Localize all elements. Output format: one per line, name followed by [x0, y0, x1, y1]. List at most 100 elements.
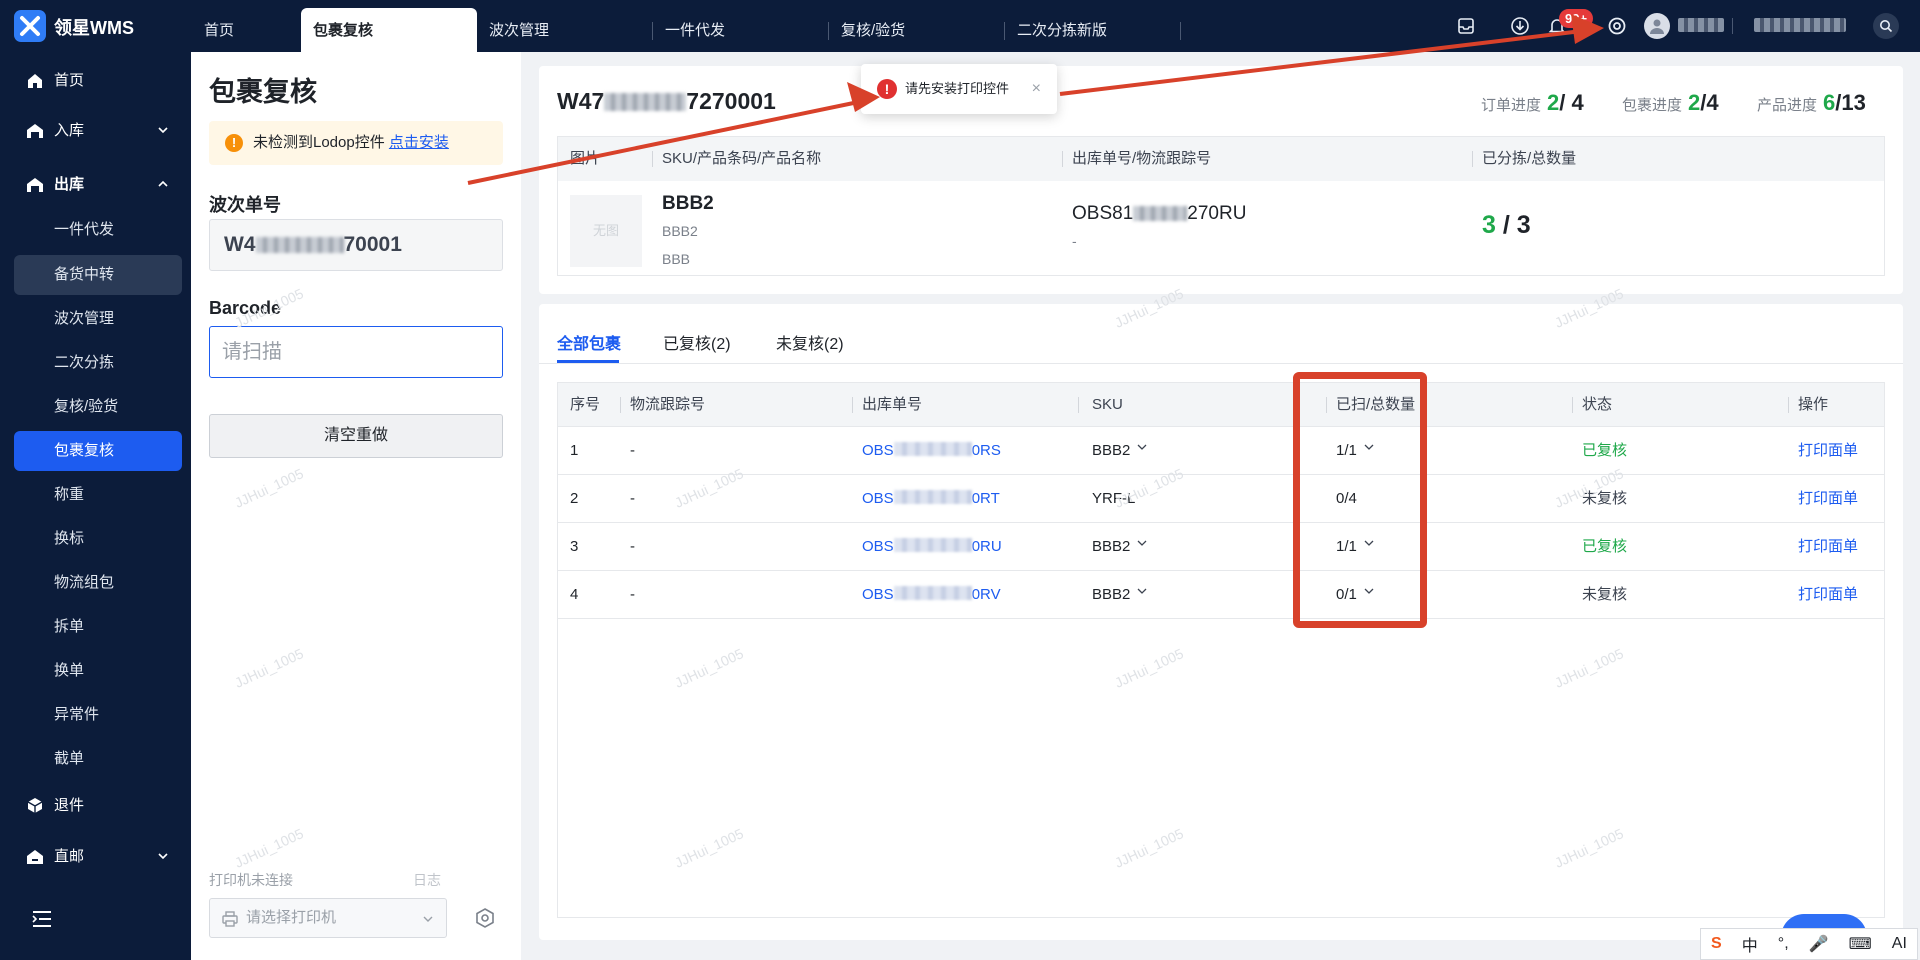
sku-dropdown[interactable]: BBB2	[1092, 427, 1148, 475]
column-header: 序号	[570, 396, 601, 413]
install-link[interactable]: 点击安装	[389, 134, 449, 151]
order-prefix: OBS	[862, 490, 894, 507]
top-tab-review-inspection[interactable]: 复核/验货	[829, 8, 1005, 52]
product-image-placeholder: 无图	[570, 195, 642, 267]
tab-unreviewed[interactable]: 未复核(2)	[776, 330, 844, 354]
sidebar-item-inbound[interactable]: 入库	[14, 112, 182, 150]
column-separator	[852, 397, 853, 413]
keyboard-icon[interactable]: ⌨	[1849, 934, 1872, 954]
wave-number-prefix: W47	[557, 88, 605, 114]
column-header: 出库单号/物流跟踪号	[1072, 150, 1212, 167]
column-separator	[1326, 397, 1327, 413]
printer-settings-icon[interactable]	[474, 907, 496, 929]
sku-dropdown[interactable]: BBB2	[1092, 523, 1148, 571]
package-table: 序号 物流跟踪号 出库单号 SKU 已扫/总数量 状态 操作 1 - OBS 0R…	[557, 382, 1885, 918]
ai-icon[interactable]: AI	[1892, 935, 1907, 953]
error-toast: ! 请先安装打印控件 ×	[861, 64, 1057, 114]
wave-summary-card: W47 7270001 订单进度 2/ 4 包裹进度 2/4 产品进度 6/13 图片 …	[539, 66, 1903, 294]
inbound-icon	[26, 122, 44, 140]
sidebar-item-home[interactable]: 首页	[14, 62, 182, 100]
column-header: 图片	[570, 150, 601, 167]
status-reviewed: 已复核	[1582, 538, 1628, 555]
scanned-qty-dropdown[interactable]: 1/1	[1336, 523, 1375, 571]
sidebar-item-direct-mail[interactable]: 直邮	[14, 838, 182, 876]
ime-punctuation[interactable]: °,	[1778, 935, 1789, 953]
sorted-count: 3 / 3	[1482, 211, 1531, 240]
error-icon: !	[877, 79, 897, 99]
sidebar-sub-wave-management[interactable]: 波次管理	[14, 299, 182, 339]
print-label-link[interactable]: 打印面单	[1798, 475, 1858, 523]
ime-mode[interactable]: 中	[1742, 932, 1758, 956]
column-separator	[1572, 397, 1573, 413]
download-icon[interactable]	[1508, 14, 1532, 38]
organization-name[interactable]	[1754, 18, 1846, 32]
outbound-order-link[interactable]: OBS 0RV	[862, 571, 1001, 619]
sidebar-item-label: 退件	[54, 797, 85, 814]
sidebar-sub-exceptions[interactable]: 异常件	[14, 695, 182, 735]
outbound-order-link[interactable]: OBS 0RT	[862, 475, 1000, 523]
top-tab-wave-management[interactable]: 波次管理	[477, 8, 653, 52]
avatar[interactable]	[1644, 13, 1670, 39]
log-link[interactable]: 日志	[413, 870, 441, 890]
sidebar-sub-review-inspection[interactable]: 复核/验货	[14, 387, 182, 427]
sidebar-sub-secondary-sorting[interactable]: 二次分拣	[14, 343, 182, 383]
scanned-qty-dropdown[interactable]: 0/1	[1336, 571, 1375, 619]
column-separator	[620, 397, 621, 413]
sidebar-item-returns[interactable]: 退件	[14, 787, 182, 825]
outbound-order-link[interactable]: OBS 0RU	[862, 523, 1002, 571]
collapse-menu-icon[interactable]	[32, 910, 52, 928]
print-label-link[interactable]: 打印面单	[1798, 523, 1858, 571]
scanned-qty: 1/1	[1336, 538, 1357, 555]
sidebar-item-outbound[interactable]: 出库	[14, 166, 182, 204]
tab-reviewed[interactable]: 已复核(2)	[663, 330, 731, 354]
redacted-text	[893, 490, 972, 504]
order-suffix: 0RV	[971, 586, 1001, 603]
sku-value: YRF-L	[1092, 490, 1136, 507]
tab-all-packages[interactable]: 全部包裹	[557, 330, 621, 354]
sidebar-sub-stock-transfer[interactable]: 备货中转	[14, 255, 182, 295]
sidebar-sub-split-order[interactable]: 拆单	[14, 607, 182, 647]
printer-select-placeholder: 请选择打印机	[246, 909, 337, 926]
sidebar-sub-change-order[interactable]: 换单	[14, 651, 182, 691]
package-progress-total: /4	[1700, 90, 1719, 115]
close-icon[interactable]: ×	[1032, 64, 1041, 114]
package-list-card: 全部包裹 已复核(2) 未复核(2) 序号 物流跟踪号 出库单号 SKU 已扫/…	[539, 304, 1903, 940]
redacted-text	[893, 586, 972, 600]
outbound-order-number: OBS81 270RU	[1072, 203, 1246, 225]
tracking-number: -	[630, 586, 635, 603]
column-header: SKU	[1092, 396, 1123, 413]
barcode-input[interactable]	[209, 326, 503, 378]
app-logo-icon[interactable]	[14, 10, 46, 42]
column-header: 物流跟踪号	[630, 396, 706, 413]
search-icon[interactable]	[1873, 13, 1899, 39]
top-tab-dropship[interactable]: 一件代发	[653, 8, 829, 52]
sidebar-sub-package-review[interactable]: 包裹复核	[14, 431, 182, 471]
print-label-link[interactable]: 打印面单	[1798, 427, 1858, 475]
inbox-icon[interactable]	[1454, 14, 1478, 38]
clear-redo-button[interactable]: 清空重做	[209, 414, 503, 458]
sidebar-sub-logistics-package[interactable]: 物流组包	[14, 563, 182, 603]
wave-number-header: W47 7270001	[557, 88, 776, 115]
printer-icon	[222, 911, 238, 927]
sidebar-sub-dropship[interactable]: 一件代发	[14, 210, 182, 250]
top-tab-package-review[interactable]: 包裹复核	[301, 8, 477, 52]
scanned-qty-dropdown[interactable]: 1/1	[1336, 427, 1375, 475]
active-tab-indicator	[557, 360, 619, 363]
product-progress-total: /13	[1835, 90, 1866, 115]
column-header: 操作	[1798, 396, 1829, 413]
sku-value: BBB2	[1092, 442, 1131, 459]
sku-dropdown[interactable]: BBB2	[1092, 571, 1148, 619]
sidebar-sub-intercept[interactable]: 截单	[14, 739, 182, 779]
user-name[interactable]	[1678, 18, 1724, 32]
settings-icon[interactable]	[1605, 14, 1629, 38]
outbound-order-link[interactable]: OBS 0RS	[862, 427, 1001, 475]
sidebar-sub-weighing[interactable]: 称重	[14, 475, 182, 515]
ime-logo-icon[interactable]: S	[1711, 935, 1722, 953]
print-label-link[interactable]: 打印面单	[1798, 571, 1858, 619]
chevron-down-icon	[1363, 585, 1375, 597]
sidebar-sub-relabel[interactable]: 换标	[14, 519, 182, 559]
top-tab-secondary-sorting[interactable]: 二次分拣新版	[1005, 8, 1181, 52]
printer-select[interactable]: 请选择打印机	[209, 898, 447, 938]
product-barcode: BBB2	[662, 223, 698, 239]
microphone-icon[interactable]: 🎤	[1809, 934, 1829, 954]
